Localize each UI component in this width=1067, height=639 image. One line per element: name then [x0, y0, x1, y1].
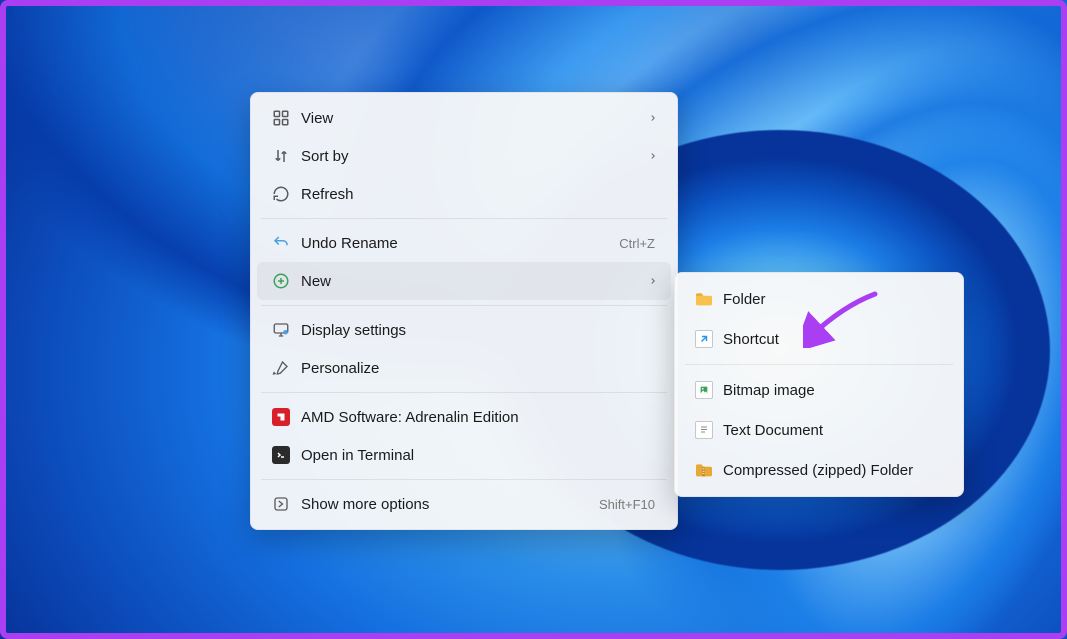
chevron-right-icon [645, 113, 661, 123]
menu-label: Show more options [295, 496, 599, 513]
refresh-icon [267, 185, 295, 203]
menu-item-view[interactable]: View [257, 99, 671, 137]
brush-icon [267, 359, 295, 377]
terminal-icon [267, 446, 295, 464]
menu-divider [261, 305, 667, 306]
menu-item-refresh[interactable]: Refresh [257, 175, 671, 213]
submenu-label: Text Document [717, 422, 823, 439]
submenu-item-bitmap-image[interactable]: Bitmap image [681, 370, 957, 410]
menu-label: AMD Software: Adrenalin Edition [295, 409, 661, 426]
menu-item-open-in-terminal[interactable]: Open in Terminal [257, 436, 671, 474]
menu-divider [261, 479, 667, 480]
menu-divider [261, 392, 667, 393]
undo-icon [267, 234, 295, 252]
menu-label: Refresh [295, 186, 661, 203]
more-options-icon [267, 495, 295, 513]
desktop-context-menu: View Sort by Refresh [250, 92, 678, 530]
submenu-item-folder[interactable]: Folder [681, 279, 957, 319]
menu-item-display-settings[interactable]: Display settings [257, 311, 671, 349]
menu-item-new[interactable]: New [257, 262, 671, 300]
menu-label: Open in Terminal [295, 447, 661, 464]
submenu-label: Shortcut [717, 331, 779, 348]
menu-label: Undo Rename [295, 235, 619, 252]
menu-label: Display settings [295, 322, 661, 339]
menu-label: Personalize [295, 360, 661, 377]
menu-divider [685, 364, 953, 365]
zip-folder-icon [691, 462, 717, 478]
submenu-label: Bitmap image [717, 382, 815, 399]
menu-divider [261, 218, 667, 219]
new-icon [267, 272, 295, 290]
shortcut-icon [691, 330, 717, 348]
menu-item-amd-software[interactable]: AMD Software: Adrenalin Edition [257, 398, 671, 436]
folder-icon [691, 291, 717, 307]
submenu-item-shortcut[interactable]: Shortcut [681, 319, 957, 359]
grid-icon [267, 109, 295, 127]
text-doc-icon [691, 421, 717, 439]
submenu-label: Compressed (zipped) Folder [717, 462, 913, 479]
menu-label: View [295, 110, 645, 127]
menu-item-personalize[interactable]: Personalize [257, 349, 671, 387]
submenu-item-text-document[interactable]: Text Document [681, 410, 957, 450]
display-icon [267, 321, 295, 339]
submenu-label: Folder [717, 291, 766, 308]
menu-shortcut: Ctrl+Z [619, 236, 661, 251]
menu-label: Sort by [295, 148, 645, 165]
menu-item-show-more-options[interactable]: Show more options Shift+F10 [257, 485, 671, 523]
chevron-right-icon [645, 276, 661, 286]
menu-item-sort-by[interactable]: Sort by [257, 137, 671, 175]
submenu-item-compressed-folder[interactable]: Compressed (zipped) Folder [681, 450, 957, 490]
desktop-background[interactable]: View Sort by Refresh [0, 0, 1067, 639]
chevron-right-icon [645, 151, 661, 161]
bitmap-icon [691, 381, 717, 399]
new-submenu: Folder Shortcut Bitmap image [674, 272, 964, 497]
sort-icon [267, 147, 295, 165]
menu-shortcut: Shift+F10 [599, 497, 661, 512]
menu-item-undo-rename[interactable]: Undo Rename Ctrl+Z [257, 224, 671, 262]
amd-icon [267, 408, 295, 426]
menu-label: New [295, 273, 645, 290]
